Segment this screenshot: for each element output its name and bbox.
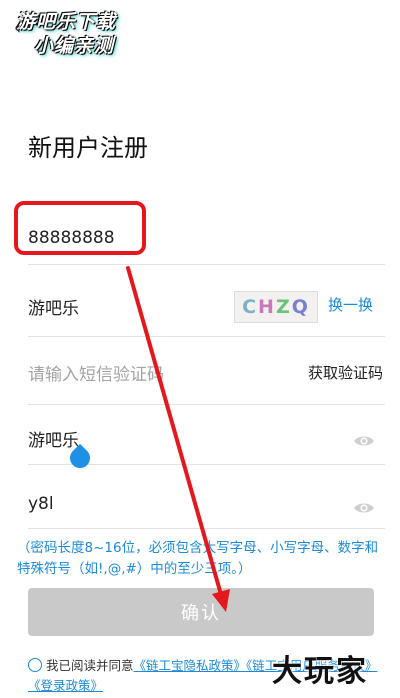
page-title: 新用户注册 (28, 134, 148, 162)
password-input[interactable]: 游吧乐 (28, 426, 79, 451)
brand-watermark: 大玩家 (272, 654, 368, 689)
chevron-left-icon[interactable]: ‹ (14, 18, 21, 39)
get-sms-code-button[interactable]: 获取验证码 (308, 362, 383, 383)
eye-icon[interactable] (353, 434, 375, 448)
sms-code-input[interactable]: 请输入短信验证码 (28, 360, 164, 385)
captcha-image[interactable]: CHZQ (234, 291, 318, 323)
refresh-captcha-link[interactable]: 换一换 (328, 294, 373, 315)
watermark-line1: 游吧乐下载 (16, 11, 117, 33)
agree-prefix: 我已阅读并同意 (46, 658, 134, 673)
agree-radio[interactable] (28, 658, 42, 672)
confirm-password-row: y8l (28, 464, 385, 529)
captcha-char: H (258, 296, 276, 318)
captcha-input[interactable]: 游吧乐 (28, 294, 79, 319)
eye-icon[interactable] (353, 501, 375, 515)
confirm-password-input[interactable]: y8l (28, 494, 54, 514)
privacy-policy-link[interactable]: 《链工宝隐私政策》 (134, 658, 247, 673)
watermark-logo: 游吧乐下载 小编亲测 (8, 10, 148, 66)
captcha-char: C (242, 296, 259, 318)
highlight-box (14, 201, 146, 255)
captcha-char: Z (275, 296, 292, 318)
watermark-line2: 小编亲测 (34, 35, 115, 57)
login-policy-link[interactable]: 《登录政策》 (28, 678, 103, 693)
captcha-char: Q (291, 296, 310, 318)
password-hint: （密码长度8~16位，必须包含大写字母、小写字母、数字和特殊符号（如!,@,#）… (17, 540, 379, 577)
confirm-button[interactable]: 确认 (28, 588, 374, 636)
